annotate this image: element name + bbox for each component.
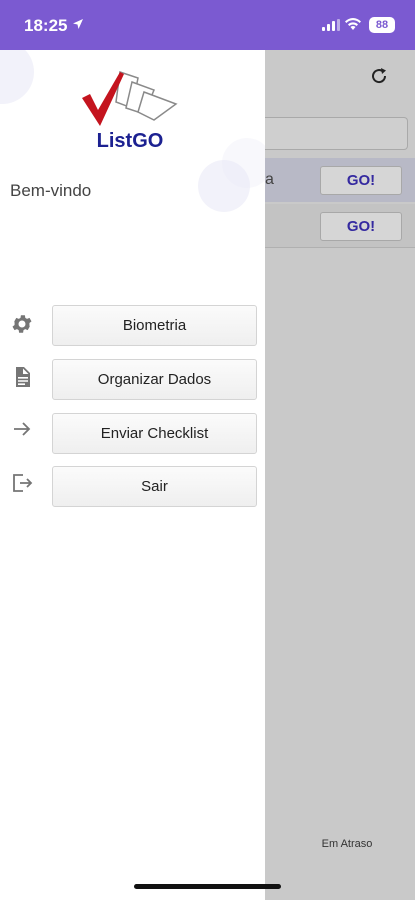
go-button[interactable]: GO! — [320, 212, 402, 241]
status-bar: 18:25 88 — [0, 0, 415, 50]
organizar-dados-button[interactable]: Organizar Dados — [52, 359, 257, 400]
logo-mark-icon — [82, 71, 178, 126]
list-item-text: a — [265, 171, 274, 188]
battery-indicator: 88 — [369, 17, 395, 33]
decorative-circle — [0, 50, 34, 104]
biometria-button[interactable]: Biometria — [52, 305, 257, 346]
cellular-signal-icon — [322, 19, 340, 31]
arrow-right-icon — [14, 422, 31, 436]
list-item[interactable]: a GO! — [265, 158, 415, 202]
location-arrow-icon — [73, 19, 83, 29]
logout-icon — [13, 474, 33, 492]
enviar-checklist-button[interactable]: Enviar Checklist — [52, 413, 257, 454]
decorative-circle — [222, 138, 265, 188]
list-item[interactable]: GO! — [265, 204, 415, 248]
status-time: 18:25 — [24, 16, 68, 35]
wifi-icon — [345, 18, 361, 30]
search-input[interactable] — [265, 117, 408, 150]
gear-icon — [12, 315, 32, 333]
refresh-icon[interactable] — [369, 66, 389, 86]
go-button[interactable]: GO! — [320, 166, 402, 195]
document-icon — [16, 367, 30, 387]
home-indicator[interactable] — [134, 884, 281, 889]
side-drawer: ListGO Bem-vindo Biometria Organizar Dad… — [0, 50, 265, 900]
footer-label: Em Atraso — [321, 838, 373, 850]
sair-button[interactable]: Sair — [52, 466, 257, 507]
welcome-text: Bem-vindo — [10, 181, 92, 200]
logo-text: ListGO — [96, 130, 164, 152]
background-app: a GO! GO! Em Atraso — [265, 50, 415, 900]
app-logo: ListGO — [80, 70, 180, 156]
